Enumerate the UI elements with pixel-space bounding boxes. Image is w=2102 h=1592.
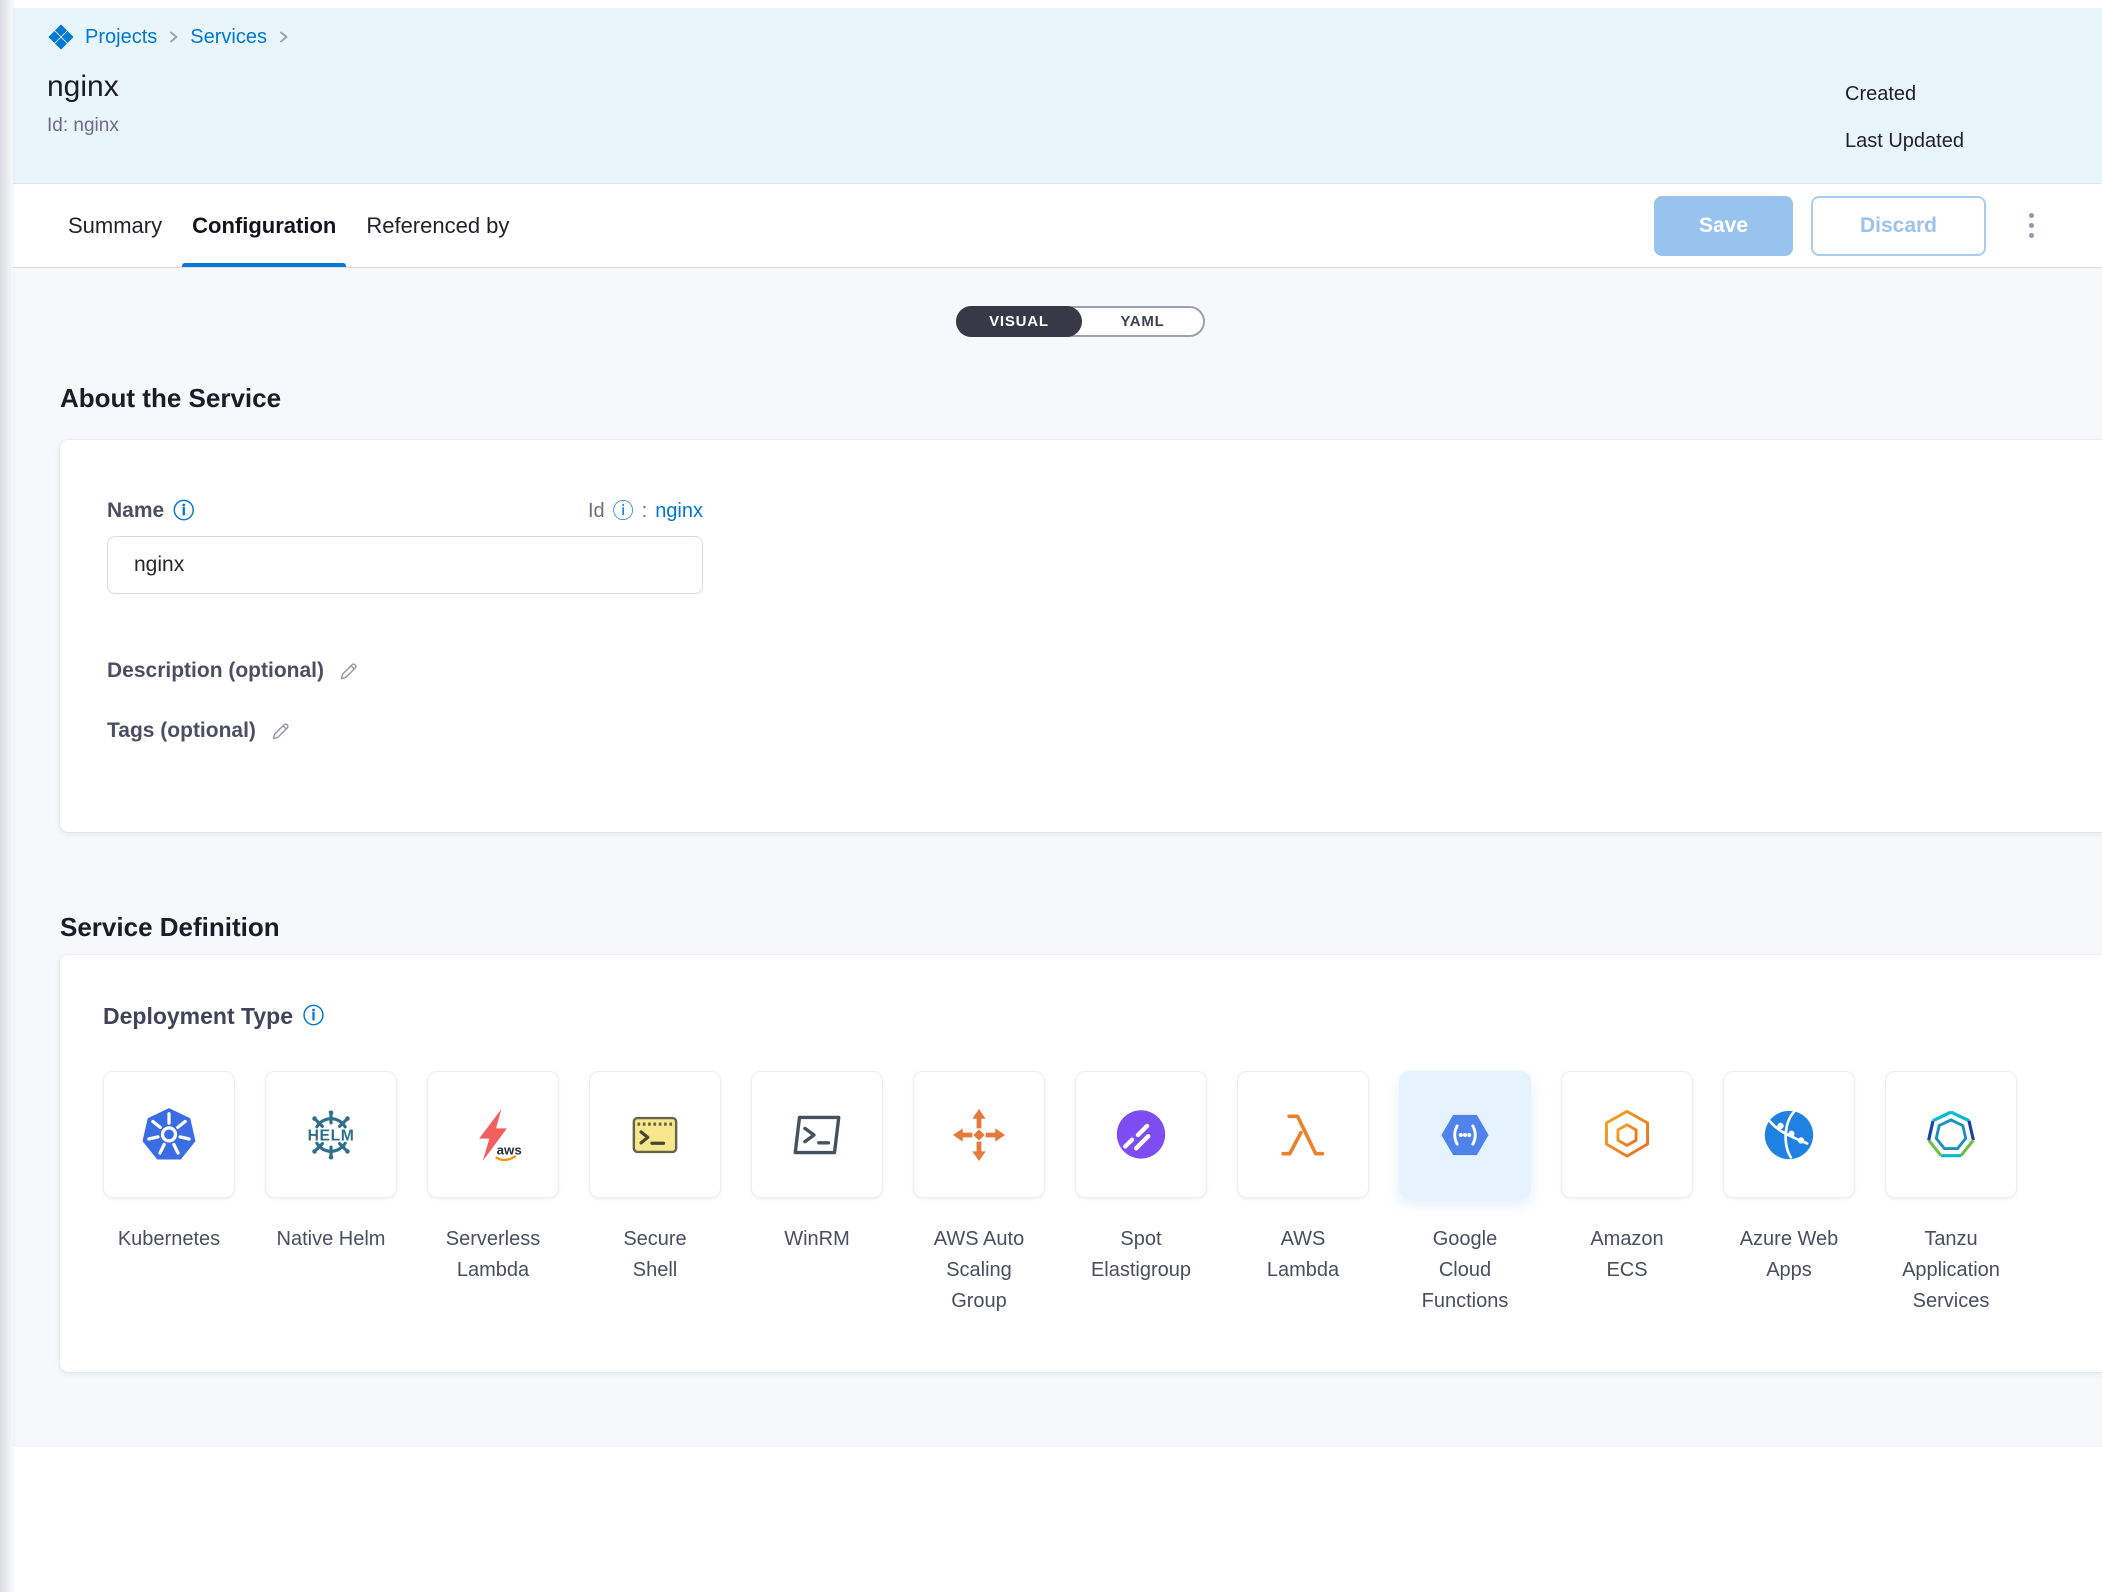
winrm-icon <box>788 1106 846 1164</box>
deployment-type-option: Spot Elastigroup <box>1075 1071 1207 1317</box>
google-cloud-functions-icon <box>1436 1106 1494 1164</box>
description-label: Description (optional) <box>107 659 324 683</box>
deployment-type-label: Azure Web Apps <box>1733 1224 1845 1286</box>
name-label-row: Name ⓘ <box>107 499 194 523</box>
projects-grid-icon <box>47 23 75 51</box>
breadcrumb: Projects Services <box>47 22 2102 52</box>
deployment-type-label: Google Cloud Functions <box>1409 1224 1521 1317</box>
deployment-type-label: Deployment Type <box>103 1003 293 1030</box>
header-actions: Save Discard <box>1654 196 2042 256</box>
deployment-type-label: Spot Elastigroup <box>1085 1224 1197 1286</box>
save-button[interactable]: Save <box>1654 196 1793 256</box>
deployment-type-option: AWS Lambda <box>1237 1071 1369 1317</box>
svg-text:HELM: HELM <box>308 1127 355 1144</box>
deployment-type-label: Native Helm <box>275 1224 387 1255</box>
tab-summary[interactable]: Summary <box>53 184 177 267</box>
visual-yaml-toggle: VISUAL YAML <box>956 306 1205 337</box>
page-shell: Projects Services nginx Id: nginx Create… <box>13 8 2102 1447</box>
native-helm-icon: HELM <box>302 1106 360 1164</box>
more-options-menu-icon[interactable] <box>2020 204 2042 248</box>
info-icon[interactable]: ⓘ <box>613 501 634 522</box>
deployment-type-option: AWS Auto Scaling Group <box>913 1071 1045 1317</box>
id-value-link[interactable]: nginx <box>655 500 703 523</box>
deployment-type-option: Amazon ECS <box>1561 1071 1693 1317</box>
info-icon[interactable]: ⓘ <box>303 1006 324 1027</box>
deployment-type-tile[interactable] <box>1237 1071 1369 1198</box>
deployment-type-option: HELM Native Helm <box>265 1071 397 1317</box>
deployment-type-tile[interactable] <box>1075 1071 1207 1198</box>
id-separator: : <box>642 500 648 523</box>
deployment-type-label: Amazon ECS <box>1571 1224 1683 1286</box>
name-label: Name <box>107 499 164 523</box>
deployment-type-tile[interactable] <box>589 1071 721 1198</box>
deployment-type-label: WinRM <box>761 1224 873 1255</box>
deployment-type-option: Kubernetes <box>103 1071 235 1317</box>
configuration-content: VISUAL YAML About the Service Name ⓘ Id … <box>13 268 2102 1447</box>
left-edge-shadow <box>0 0 16 1592</box>
deployment-type-tile[interactable] <box>913 1071 1045 1198</box>
service-meta: Created Last Updated <box>1845 68 2005 153</box>
deployment-type-tile[interactable]: aws <box>427 1071 559 1198</box>
spot-elastigroup-icon <box>1112 1106 1170 1164</box>
page-title: nginx <box>47 68 119 106</box>
aws-lambda-icon <box>1274 1106 1332 1164</box>
service-definition-heading: Service Definition <box>60 912 2102 943</box>
service-header: Projects Services nginx Id: nginx Create… <box>13 8 2102 184</box>
kubernetes-icon <box>139 1105 199 1165</box>
serverless-lambda-icon: aws <box>464 1106 522 1164</box>
toggle-yaml[interactable]: YAML <box>1082 308 1203 335</box>
breadcrumb-services-link[interactable]: Services <box>190 26 267 49</box>
deployment-type-tile[interactable] <box>1561 1071 1693 1198</box>
created-label: Created <box>1845 82 2005 106</box>
service-definition-card: Deployment Type ⓘ Kubernetes HELM Native H… <box>60 955 2102 1372</box>
deployment-type-label: AWS Auto Scaling Group <box>923 1224 1035 1317</box>
secure-shell-icon <box>626 1106 684 1164</box>
chevron-right-icon <box>167 29 180 45</box>
deployment-type-label: AWS Lambda <box>1247 1224 1359 1286</box>
aws-auto-scaling-icon <box>950 1106 1008 1164</box>
discard-button[interactable]: Discard <box>1811 196 1986 256</box>
info-icon[interactable]: ⓘ <box>173 501 194 522</box>
service-id-text: Id: nginx <box>47 114 119 138</box>
tanzu-application-services-icon <box>1922 1106 1980 1164</box>
about-service-card: Name ⓘ Id ⓘ : nginx Description (optiona… <box>60 440 2102 832</box>
edit-pencil-icon[interactable] <box>338 660 360 682</box>
title-block: nginx Id: nginx <box>47 68 119 153</box>
deployment-type-option: Secure Shell <box>589 1071 721 1317</box>
chevron-right-icon <box>277 29 290 45</box>
deployment-type-label-row: Deployment Type ⓘ <box>103 1001 2059 1031</box>
about-the-service-heading: About the Service <box>60 383 2102 414</box>
deployment-type-tile[interactable] <box>1399 1071 1531 1198</box>
tab-configuration[interactable]: Configuration <box>177 184 351 267</box>
deployment-type-tile[interactable] <box>751 1071 883 1198</box>
deployment-type-tile[interactable]: HELM <box>265 1071 397 1198</box>
azure-web-apps-icon <box>1760 1106 1818 1164</box>
deployment-type-label: Serverless Lambda <box>437 1224 549 1286</box>
svg-text:aws: aws <box>497 1142 522 1157</box>
service-name-input[interactable] <box>107 536 703 594</box>
last-updated-label: Last Updated <box>1845 129 2005 153</box>
toggle-visual[interactable]: VISUAL <box>956 306 1082 337</box>
deployment-type-label: Secure Shell <box>599 1224 711 1286</box>
deployment-type-option: Azure Web Apps <box>1723 1071 1855 1317</box>
id-row: Id ⓘ : nginx <box>588 500 703 523</box>
tab-referenced-by[interactable]: Referenced by <box>351 184 524 267</box>
deployment-type-option: WinRM <box>751 1071 883 1317</box>
deployment-type-tile[interactable] <box>1885 1071 2017 1198</box>
deployment-type-option: Tanzu Application Services <box>1885 1071 2017 1317</box>
edit-pencil-icon[interactable] <box>270 720 292 742</box>
tab-bar: Summary Configuration Referenced by Save… <box>13 184 2102 268</box>
amazon-ecs-icon <box>1598 1106 1656 1164</box>
deployment-type-tile[interactable] <box>1723 1071 1855 1198</box>
deployment-type-tile[interactable] <box>103 1071 235 1198</box>
tags-label: Tags (optional) <box>107 719 256 743</box>
id-label: Id <box>588 500 605 523</box>
deployment-type-tiles: Kubernetes HELM Native Helm aws Serverless L… <box>103 1071 2059 1317</box>
breadcrumb-projects-link[interactable]: Projects <box>85 26 157 49</box>
deployment-type-label: Kubernetes <box>113 1224 225 1255</box>
deployment-type-option: aws Serverless Lambda <box>427 1071 559 1317</box>
deployment-type-label: Tanzu Application Services <box>1895 1224 2007 1317</box>
deployment-type-option: Google Cloud Functions <box>1399 1071 1531 1317</box>
